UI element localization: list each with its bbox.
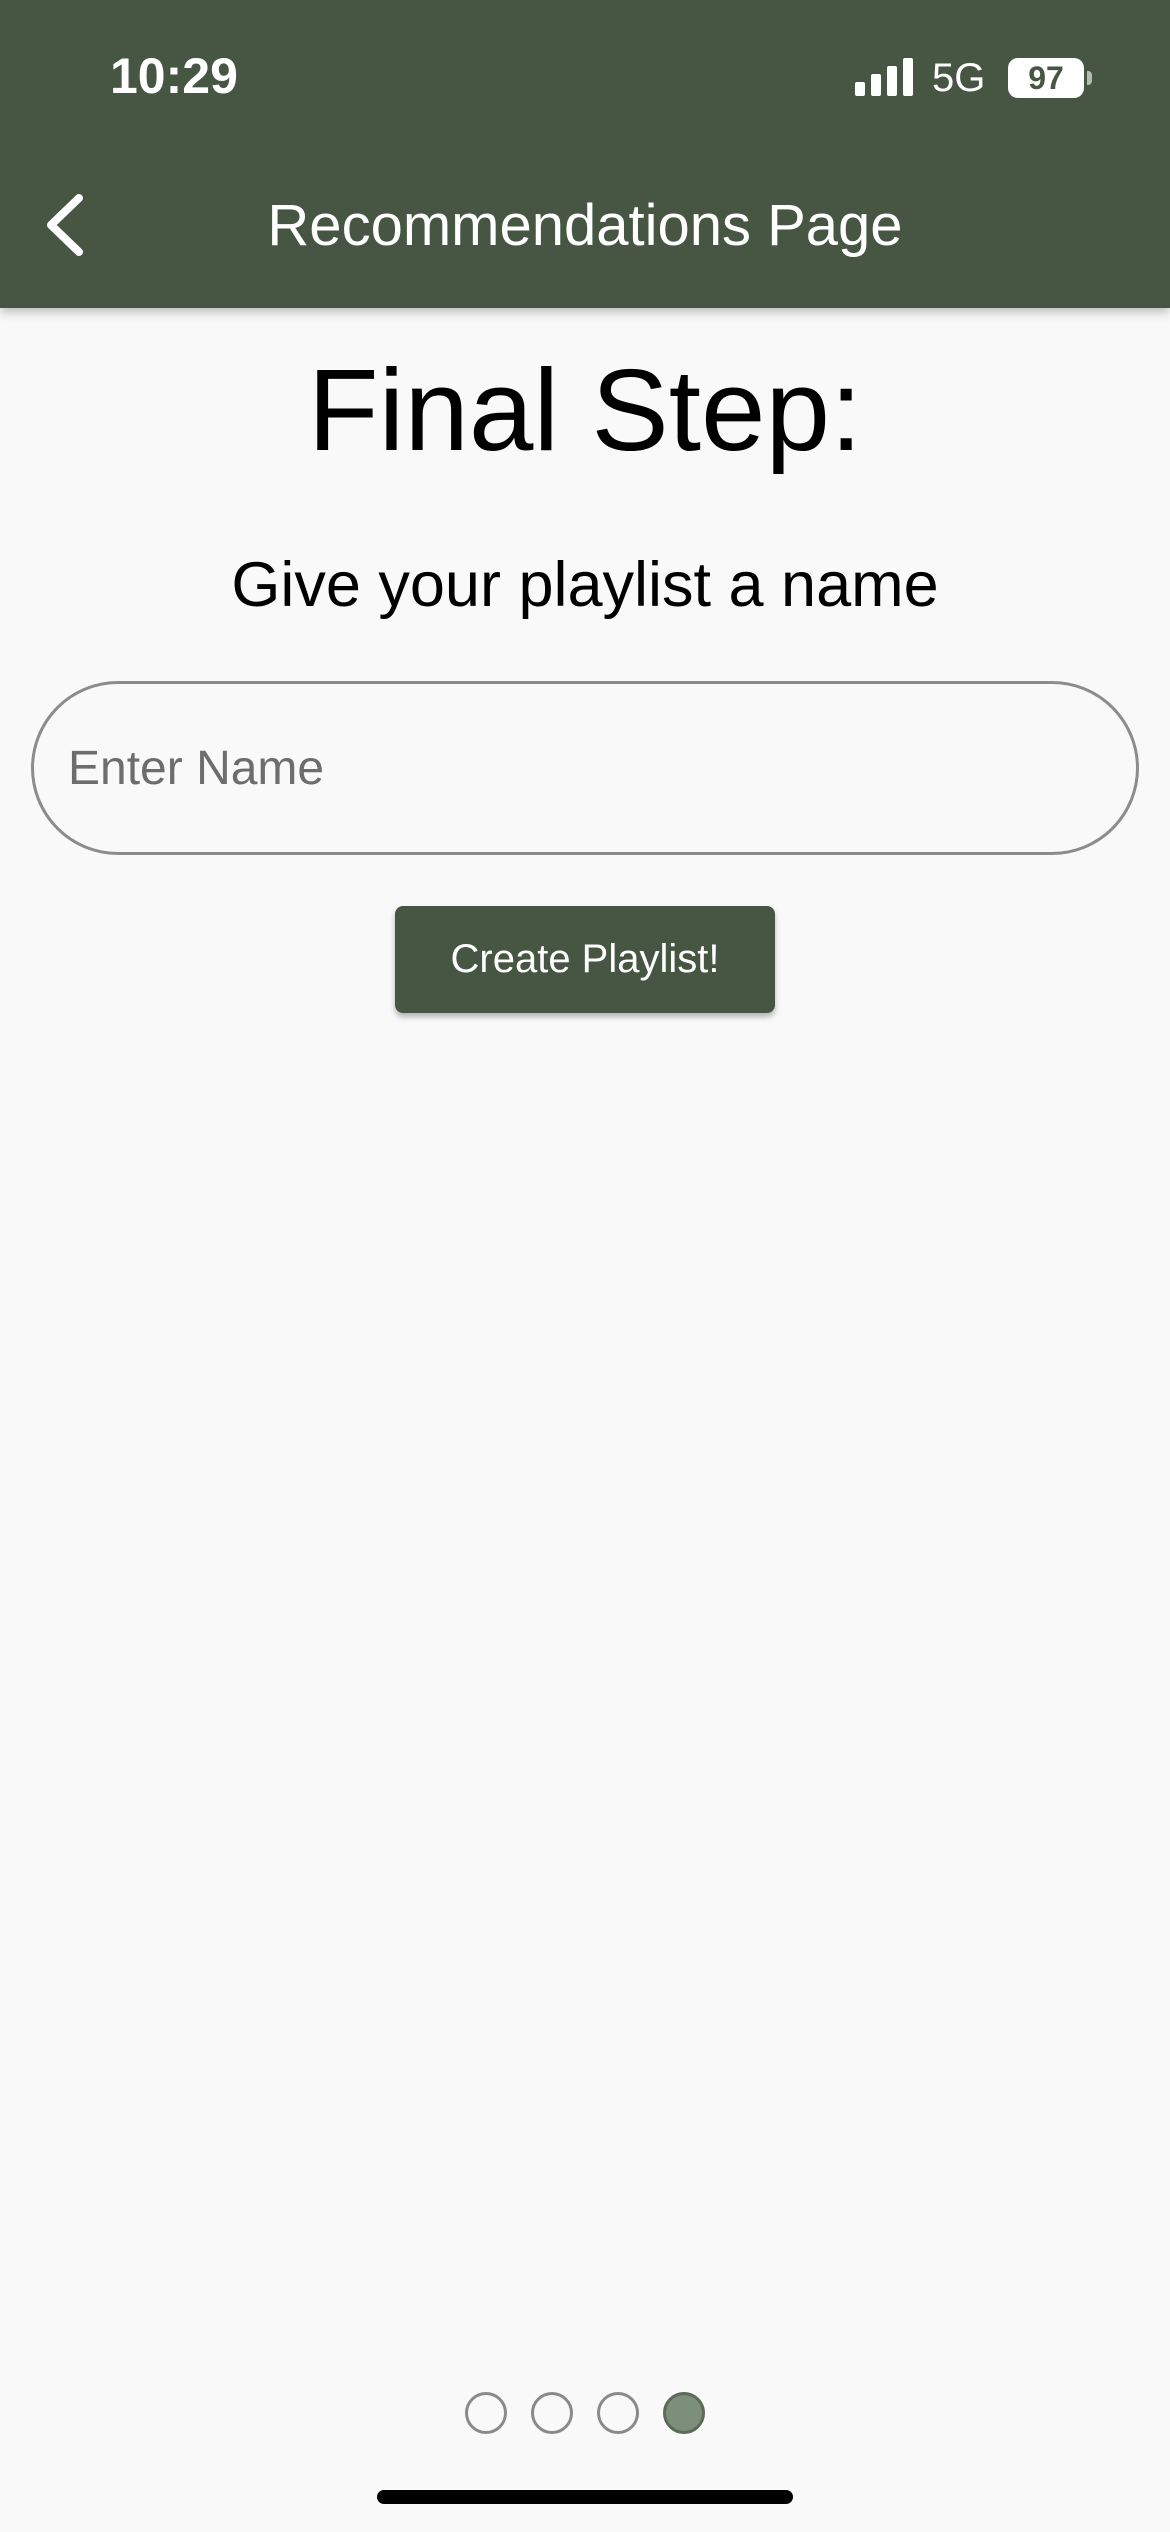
page-title: Recommendations Page (267, 193, 903, 258)
battery-cap (1087, 71, 1092, 85)
network-type: 5G (932, 56, 986, 100)
signal-icon (855, 58, 913, 96)
page-indicator (0, 2392, 1170, 2434)
app-header: 10:29 5G 97 Recommendations Page (0, 0, 1170, 308)
battery-body: 97 (1008, 58, 1084, 98)
chevron-left-icon (47, 194, 83, 256)
final-step-heading: Final Step: (307, 345, 863, 475)
page-dot-1[interactable] (465, 2392, 507, 2434)
playlist-name-prompt: Give your playlist a name (231, 550, 939, 620)
status-time: 10:29 (110, 48, 238, 104)
battery-icon: 97 (1008, 58, 1092, 98)
back-button[interactable] (30, 180, 100, 270)
page-dot-2[interactable] (531, 2392, 573, 2434)
playlist-name-input[interactable] (31, 681, 1139, 855)
page-dot-3[interactable] (597, 2392, 639, 2434)
create-playlist-button[interactable]: Create Playlist! (395, 906, 775, 1013)
page-dot-4-active[interactable] (663, 2392, 705, 2434)
home-indicator[interactable] (377, 2490, 793, 2504)
battery-level: 97 (1028, 60, 1064, 96)
